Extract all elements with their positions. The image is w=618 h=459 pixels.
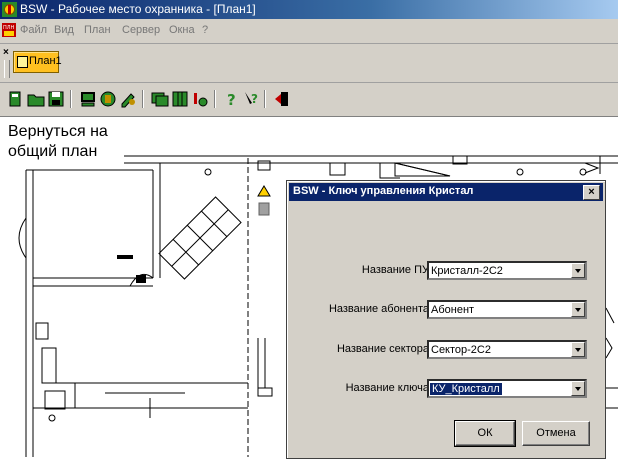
key-name-select[interactable]: КУ_Кристалл (427, 379, 587, 398)
chevron-down-icon[interactable] (571, 381, 585, 396)
cancel-button[interactable]: Отмена (522, 421, 590, 446)
subscriber-name-select[interactable]: Абонент (427, 300, 587, 319)
server-icon[interactable] (98, 89, 118, 109)
chevron-down-icon[interactable] (571, 263, 585, 278)
dialog-title: BSW - Ключ управления Кристал (293, 185, 474, 197)
help-icon[interactable]: ? (222, 89, 242, 109)
menu-view[interactable]: Вид (54, 24, 74, 36)
dialog-titlebar[interactable]: BSW - Ключ управления Кристал × (289, 183, 603, 201)
app-icon (2, 2, 17, 17)
window-titlebar[interactable]: BSW - Рабочее место охранника - [План1] (0, 0, 618, 19)
close-icon[interactable]: × (3, 48, 9, 58)
close-icon[interactable]: × (583, 185, 600, 200)
label-key-name: Название ключа (345, 382, 429, 394)
folder-icon[interactable] (26, 89, 46, 109)
label-subscriber-name: Название абонента (328, 303, 429, 315)
edit-icon[interactable] (118, 89, 138, 109)
monitor-icon[interactable] (78, 89, 98, 109)
context-help-icon[interactable]: ? (242, 89, 262, 109)
svg-text:?: ? (227, 91, 236, 109)
chevron-down-icon[interactable] (571, 302, 585, 317)
combo-value: Кристалл-2С2 (431, 265, 503, 277)
toolbar: ? ? (0, 83, 618, 117)
open-icon[interactable] (6, 89, 26, 109)
toolbar-separator (214, 90, 216, 108)
plan-icon (17, 56, 28, 68)
chevron-down-icon[interactable] (571, 342, 585, 357)
save-icon[interactable] (46, 89, 66, 109)
exit-icon[interactable] (272, 89, 292, 109)
tab-label: План1 (29, 55, 62, 67)
menu-windows[interactable]: Окна (169, 24, 195, 36)
sector-name-select[interactable]: Сектор-2С2 (427, 340, 587, 359)
menu-server[interactable]: Сервер (122, 24, 160, 36)
menu-file[interactable]: Файл (20, 24, 47, 36)
label-control-panel-name: Название ПУ (361, 264, 429, 276)
crystal-key-dialog: BSW - Ключ управления Кристал × Название… (286, 180, 606, 459)
svg-text:?: ? (251, 92, 258, 106)
alarm-icon[interactable] (190, 89, 210, 109)
document-icon[interactable]: ПЛН (2, 23, 16, 37)
columns-icon[interactable] (170, 89, 190, 109)
label-sector-name: Название сектора (336, 343, 429, 355)
toolbar-separator (70, 90, 72, 108)
combo-value: КУ_Кристалл (430, 383, 502, 395)
combo-value: Сектор-2С2 (431, 344, 491, 356)
grip-handle[interactable] (4, 60, 10, 78)
window-title: BSW - Рабочее место охранника - [План1] (20, 2, 256, 16)
ok-button[interactable]: ОК (454, 420, 516, 447)
window-icon[interactable] (150, 89, 170, 109)
control-panel-name-select[interactable]: Кристалл-2С2 (427, 261, 587, 280)
svg-text:ПЛН: ПЛН (3, 25, 15, 31)
menu-bar: ПЛН Файл Вид План Сервер Окна ? (0, 19, 618, 44)
menu-help[interactable]: ? (202, 24, 208, 36)
document-tab-bar: × План1 (0, 44, 618, 83)
toolbar-separator (142, 90, 144, 108)
menu-plan[interactable]: План (84, 24, 111, 36)
tab-plan1[interactable]: План1 (13, 51, 62, 73)
toolbar-separator (264, 90, 266, 108)
combo-value: Абонент (431, 304, 475, 316)
